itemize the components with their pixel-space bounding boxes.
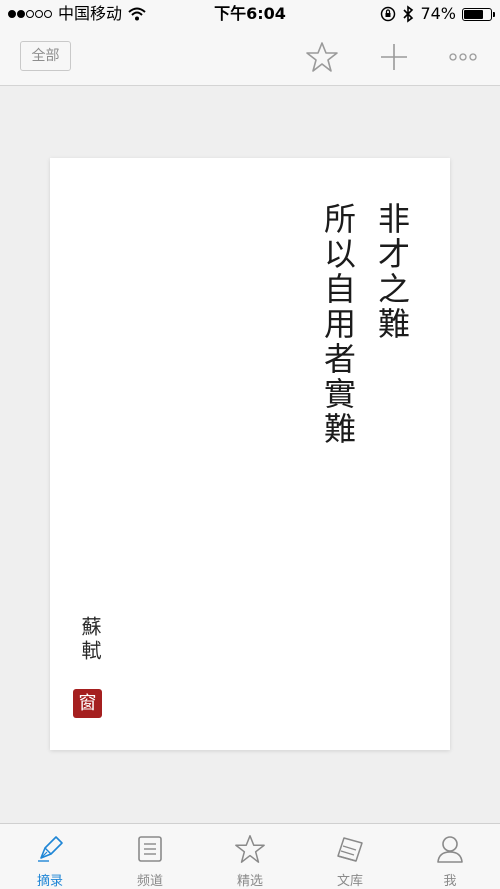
tab-me[interactable]: 我 — [400, 824, 500, 889]
bluetooth-icon — [403, 5, 414, 23]
seal-stamp: 窗 — [73, 689, 102, 718]
list-icon — [138, 835, 162, 862]
status-right: 74% — [380, 0, 495, 28]
battery-icon — [462, 7, 495, 21]
tab-label: 频道 — [136, 874, 163, 889]
books-icon — [337, 836, 363, 862]
tab-label: 精选 — [236, 874, 263, 889]
battery-percent: 74% — [420, 4, 456, 23]
favorite-button[interactable] — [302, 37, 342, 77]
star-icon — [306, 42, 338, 72]
pen-icon — [38, 835, 63, 862]
star-icon — [235, 834, 265, 863]
filter-all-button[interactable]: 全部 — [20, 41, 71, 71]
more-button[interactable] — [443, 37, 483, 77]
tab-bar: 摘录 频道 精选 文库 我 — [0, 823, 500, 889]
rotation-lock-icon — [381, 6, 396, 22]
status-bar: 中国移动 下午6:04 74% — [0, 0, 500, 28]
tab-label: 摘录 — [36, 874, 63, 889]
tab-featured[interactable]: 精选 — [200, 824, 300, 889]
more-icon — [449, 53, 477, 61]
person-icon — [437, 835, 463, 863]
tab-label: 文库 — [336, 874, 363, 889]
add-button[interactable] — [374, 37, 414, 77]
nav-bar: 全部 — [0, 28, 500, 86]
author-name: 蘇軾 — [78, 616, 102, 664]
tab-excerpts[interactable]: 摘录 — [0, 824, 100, 889]
quote-line-2: 所以自用者實難 — [319, 202, 357, 447]
quote-line-1: 非才之難 — [373, 202, 411, 342]
tab-library[interactable]: 文库 — [300, 824, 400, 889]
tab-channels[interactable]: 频道 — [100, 824, 200, 889]
battery-fill — [464, 9, 484, 19]
plus-icon — [381, 44, 407, 70]
tab-label: 我 — [443, 874, 457, 889]
quote-card[interactable]: 非才之難 所以自用者實難 蘇軾 窗 — [50, 158, 450, 750]
